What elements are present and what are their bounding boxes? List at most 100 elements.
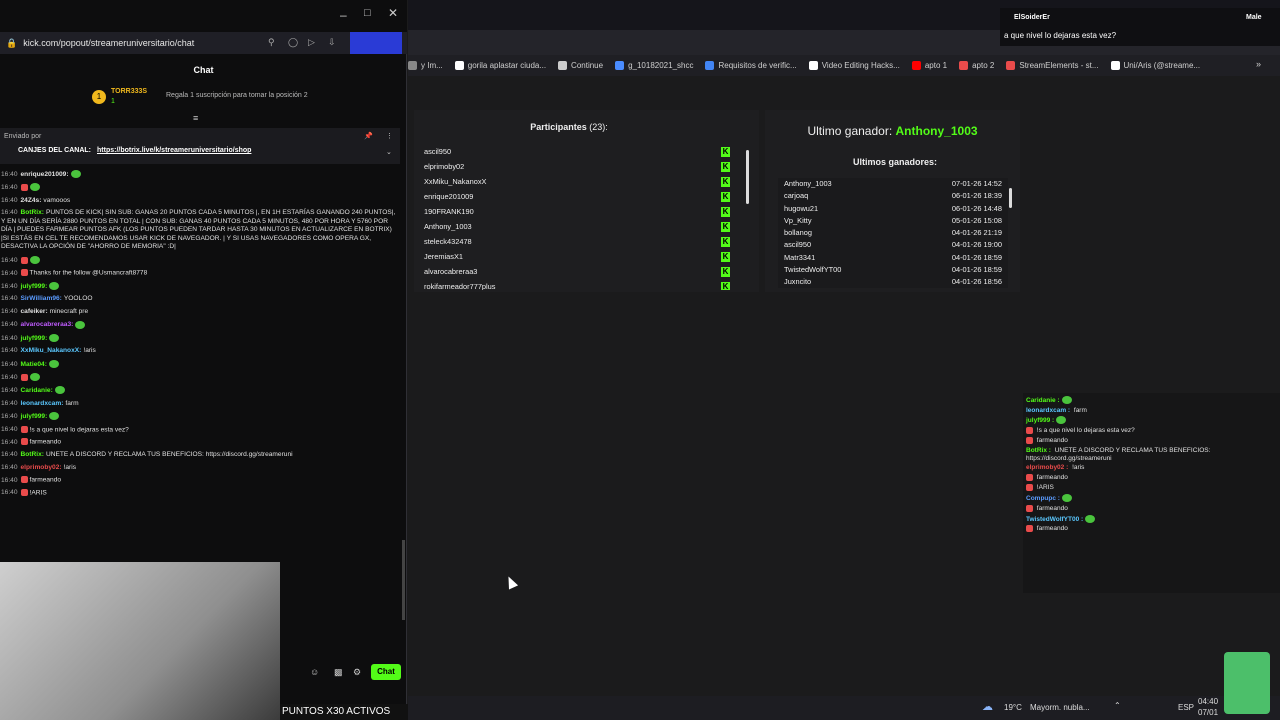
chat-message-user[interactable]: SirWilliam96: [21, 295, 62, 302]
user-badge-icon [1026, 504, 1033, 512]
bookmark-item[interactable]: Video Editing Hacks... [808, 61, 900, 70]
winner-name: Matr3341 [784, 252, 816, 262]
overlay-chat-message: julyf999 : [1026, 415, 1277, 426]
maximize-icon[interactable]: □ [364, 7, 371, 19]
overlay-chat-message: TwistedWolfYT00 : [1026, 514, 1277, 525]
overlay-chat-message: elprimoby02 : !aris [1026, 463, 1277, 473]
overlay-chat-text: !s a que nivel lo dejaras esta vez? [1035, 427, 1135, 435]
bookmark-label: y Im... [421, 61, 443, 70]
chat-message-user[interactable]: julyf999: [21, 413, 48, 420]
pinned-message: Enviado por CANJES DEL CANAL: https://bo… [0, 128, 400, 164]
overlay-chat-user: TwistedWolfYT00 : [1026, 515, 1084, 523]
chat-message-time: 16:40 [1, 282, 18, 290]
bookmark-label: g_10182021_shcc [628, 61, 694, 70]
search-icon[interactable]: ⚲ [268, 37, 275, 48]
chat-message-user[interactable]: Matie04: [21, 361, 47, 368]
chat-message-time: 16:40 [1, 295, 18, 303]
bookmark-item[interactable]: apto 1 [911, 61, 947, 70]
gift-badge-icon: 1 [92, 90, 106, 104]
chat-message: 16:40 !s a que nivel lo dejaras esta vez? [0, 424, 400, 437]
winner-date: 04-01-26 21:19 [951, 228, 1002, 238]
chat-message-text: !aris [63, 463, 77, 471]
chat-message: 16:40 julyf999: [0, 280, 400, 293]
clock-time[interactable]: 04:40 [1198, 697, 1218, 706]
chat-message-list: 16:40 enrique201009: 16:40 16:40 24Z4s: vamoo… [0, 168, 400, 563]
chat-message-text: !s a que nivel lo dejaras esta vez? [29, 425, 129, 433]
bookmarks-overflow-icon[interactable]: » [1256, 59, 1261, 69]
bookmark-item[interactable]: apto 2 [959, 61, 994, 70]
taskbar: ☁ 19°C Mayorm. nubla... ⌃ ESP 04:40 07/0… [408, 696, 1280, 720]
participant-row: XxMiku_NakanoxX K [424, 174, 744, 189]
chat-message-user[interactable]: enrique201009: [21, 171, 69, 178]
webcam-overlay [0, 562, 280, 720]
winner-row: ascil950 04-01-26 19:00 [778, 239, 1008, 251]
winner-row: hugowu21 06-01-26 14:48 [778, 203, 1008, 215]
bookmark-item[interactable]: gorila aplastar ciuda... [454, 61, 546, 70]
chat-message-user[interactable]: cafeiker: [21, 308, 48, 315]
winner-row: carjoaq 06-01-26 18:39 [778, 190, 1008, 202]
emote-icon [54, 386, 65, 395]
chat-scrollbar[interactable] [402, 540, 405, 620]
bookmark-item[interactable]: StreamElements - st... [1006, 61, 1099, 70]
chat-message-user[interactable]: Caridanie: [21, 387, 53, 394]
bookmark-item[interactable]: Continue [558, 61, 603, 70]
chat-message-user[interactable]: XxMiku_NakanoxX: [21, 347, 82, 354]
bookmark-item[interactable]: g_10182021_shcc [615, 61, 693, 70]
chat-message-time: 16:40 [1, 170, 18, 178]
language-indicator[interactable]: ESP [1178, 703, 1194, 712]
address-bar[interactable]: 🔒 kick.com/popout/streameruniversitario/… [0, 32, 407, 54]
winners-scrollbar[interactable] [1009, 188, 1012, 208]
kick-logo-icon: K [721, 282, 730, 290]
gift-icon[interactable]: ▩ [334, 667, 343, 678]
winner-row: Matr3341 04-01-26 18:59 [778, 252, 1008, 264]
bookmark-item[interactable]: Requisitos de verific... [705, 61, 797, 70]
chat-message-user[interactable]: alvarocabreraa3: [21, 321, 74, 328]
overlay-chat-text: !ARIS [1035, 484, 1054, 492]
minimize-icon[interactable]: – [340, 8, 347, 22]
settings-icon[interactable]: ⚙ [353, 667, 361, 678]
puntos-banner: PUNTOS X30 ACTIVOS [280, 704, 412, 720]
emote-icon [1061, 396, 1072, 404]
top-gifter-action: Regala 1 suscripción para tomar la posic… [166, 92, 308, 99]
chat-message-time: 16:40 [1, 308, 18, 315]
pinned-link[interactable]: https://botrix.live/k/streameruniversita… [97, 147, 251, 154]
extension-icon[interactable] [350, 32, 402, 54]
clock-date[interactable]: 07/01 [1198, 708, 1218, 717]
chat-message-user[interactable]: BotRix: [21, 209, 44, 216]
chevron-down-icon[interactable]: ⌄ [386, 148, 392, 156]
chat-message-user[interactable]: julyf999: [21, 283, 48, 290]
last-winner-name: Anthony_1003 [895, 124, 978, 138]
play-icon[interactable]: ▷ [308, 37, 315, 48]
winner-row: Vp_Kitty 05-01-26 15:08 [778, 215, 1008, 227]
chat-message-user[interactable]: BotRix: [21, 451, 44, 458]
stream-notification: ElSoiderEr Male a que nivel lo dejaras e… [1000, 8, 1280, 46]
chat-message: 16:40 leonardxcam: farm [0, 398, 400, 411]
chat-message-time: 16:40 [1, 399, 18, 407]
participants-scrollbar[interactable] [746, 150, 749, 204]
chat-send-button[interactable]: Chat [371, 664, 401, 680]
chat-message-user[interactable]: 24Z4s: [21, 197, 42, 204]
participant-name: elprimoby02 [424, 162, 465, 171]
tray-chevron-icon[interactable]: ⌃ [1114, 701, 1121, 710]
chat-message-user[interactable]: elprimoby02: [21, 464, 62, 471]
download-icon[interactable]: ⇩ [328, 37, 336, 48]
chat-message-user[interactable]: leonardxcam: [21, 400, 64, 407]
chat-message: 16:40 enrique201009: [0, 168, 400, 181]
chat-message-time: 16:40 [1, 413, 18, 420]
chat-message-time: 16:40 [1, 360, 18, 368]
shield-icon[interactable]: ◯ [288, 37, 298, 48]
weather-icon: ☁ [982, 701, 993, 713]
chat-message-text: farmeando [29, 438, 62, 446]
bookmark-item[interactable]: y Im... [408, 61, 443, 70]
overlay-chat-user: julyf999 : [1026, 417, 1055, 425]
chat-message-user[interactable]: julyf999: [21, 335, 48, 342]
more-icon[interactable]: ⋮ [386, 132, 393, 140]
chat-message-time: 16:40 [1, 209, 18, 217]
winner-date: 05-01-26 15:08 [951, 215, 1002, 225]
emoji-icon[interactable]: ☺ [310, 667, 319, 677]
bookmark-item[interactable]: Uni/Aris (@streame... [1110, 61, 1200, 70]
collapse-icon[interactable]: ≡ [193, 113, 198, 123]
winner-row: TwistedWolfYT00 04-01-26 18:59 [778, 264, 1008, 276]
close-icon[interactable]: ✕ [388, 6, 398, 20]
pin-icon[interactable]: 📌 [364, 132, 373, 140]
